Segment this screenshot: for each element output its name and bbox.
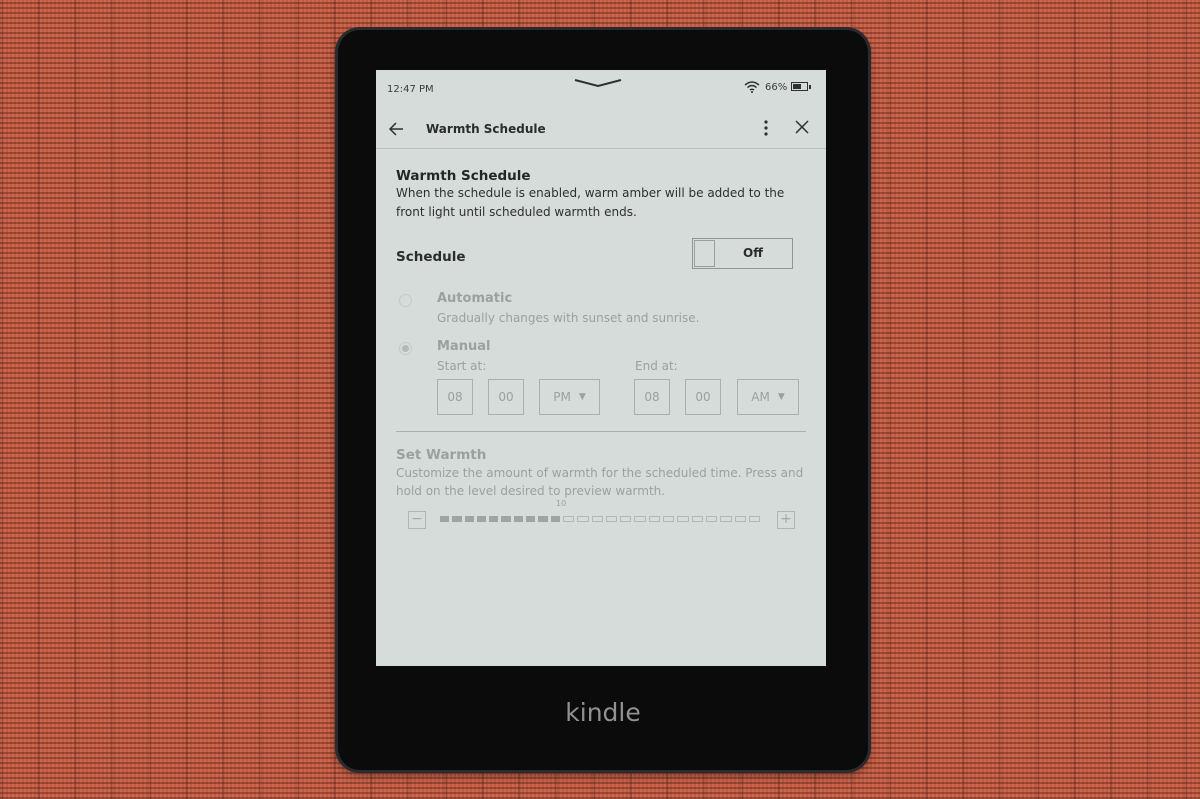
title-bar: Warmth Schedule <box>376 110 826 149</box>
set-warmth-description: Customize the amount of warmth for the s… <box>396 466 804 498</box>
warmth-segment[interactable] <box>526 516 536 522</box>
option-manual-title: Manual <box>437 339 491 354</box>
warmth-segment[interactable] <box>550 516 560 522</box>
warmth-segment[interactable] <box>452 516 462 522</box>
start-period-value: PM <box>553 390 571 404</box>
toggle-knob <box>694 240 715 267</box>
start-at-label: Start at: <box>437 359 487 373</box>
schedule-toggle[interactable]: Off <box>692 238 793 269</box>
warmth-segment[interactable] <box>562 516 575 522</box>
more-vertical-icon[interactable] <box>762 119 770 137</box>
chevron-down-icon[interactable] <box>574 78 622 88</box>
screen: 12:47 PM 66% Warmth Schedule Warmth Sche… <box>376 70 826 666</box>
page-title: Warmth Schedule <box>426 122 546 136</box>
warmth-segment[interactable] <box>476 516 487 522</box>
close-icon[interactable] <box>794 119 810 135</box>
warmth-segment[interactable] <box>648 516 661 522</box>
start-period-select[interactable]: PM ▼ <box>539 379 600 415</box>
increase-warmth-button[interactable]: + <box>777 511 795 529</box>
dropdown-arrow-icon: ▼ <box>578 392 586 402</box>
radio-automatic[interactable] <box>399 294 412 307</box>
end-at-label: End at: <box>635 359 678 373</box>
end-minute-field[interactable]: 00 <box>685 379 721 415</box>
kindle-logo: kindle <box>565 698 641 727</box>
warmth-level-label: 10 <box>556 499 567 508</box>
radio-manual[interactable] <box>399 342 412 355</box>
warmth-segment[interactable] <box>577 516 589 522</box>
arrow-left-icon[interactable] <box>388 121 404 137</box>
clock: 12:47 PM <box>387 84 434 95</box>
wifi-icon <box>744 81 760 93</box>
warmth-segment[interactable] <box>605 516 618 522</box>
section-description: When the schedule is enabled, warm amber… <box>396 186 785 219</box>
warmth-segment[interactable] <box>663 516 675 522</box>
divider <box>396 431 806 432</box>
section-heading: Warmth Schedule <box>396 168 531 184</box>
start-hour-field[interactable]: 08 <box>437 379 473 415</box>
warmth-segment[interactable] <box>705 516 718 522</box>
end-period-value: AM <box>751 390 770 404</box>
warmth-segment[interactable] <box>720 516 732 522</box>
schedule-label: Schedule <box>396 249 466 265</box>
start-minute-field[interactable]: 00 <box>488 379 524 415</box>
start-minute-value: 00 <box>498 390 514 404</box>
warmth-segment[interactable] <box>489 516 499 522</box>
end-hour-field[interactable]: 08 <box>634 379 670 415</box>
set-warmth-title: Set Warmth <box>396 447 487 463</box>
battery-tip <box>809 85 811 89</box>
dropdown-arrow-icon: ▼ <box>777 392 785 402</box>
battery-fill <box>793 84 801 89</box>
end-hour-value: 08 <box>644 390 660 404</box>
status-bar: 12:47 PM 66% <box>376 70 826 110</box>
warmth-segment[interactable] <box>734 516 746 522</box>
end-period-select[interactable]: AM ▼ <box>737 379 799 415</box>
option-automatic-subtitle: Gradually changes with sunset and sunris… <box>437 311 700 325</box>
warmth-segment[interactable] <box>501 516 511 522</box>
kindle-device: 12:47 PM 66% Warmth Schedule Warmth Sche… <box>338 30 868 770</box>
warmth-segment[interactable] <box>677 516 689 522</box>
battery-icon <box>791 82 811 91</box>
start-hour-value: 08 <box>447 390 463 404</box>
toggle-state: Off <box>743 246 763 260</box>
warmth-segment[interactable] <box>634 516 646 522</box>
warmth-segment[interactable] <box>748 516 761 522</box>
warmth-segment[interactable] <box>464 516 474 522</box>
warmth-slider[interactable] <box>440 516 761 524</box>
warmth-segment[interactable] <box>513 516 524 522</box>
warmth-segment[interactable] <box>591 516 603 522</box>
warmth-segment[interactable] <box>538 516 548 522</box>
warmth-segment[interactable] <box>440 516 450 522</box>
battery-percent: 66% <box>765 82 788 93</box>
end-minute-value: 00 <box>695 390 711 404</box>
warmth-segment[interactable] <box>620 516 632 522</box>
option-automatic-title: Automatic <box>437 291 513 306</box>
warmth-segment[interactable] <box>691 516 703 522</box>
decrease-warmth-button[interactable]: − <box>408 511 426 529</box>
